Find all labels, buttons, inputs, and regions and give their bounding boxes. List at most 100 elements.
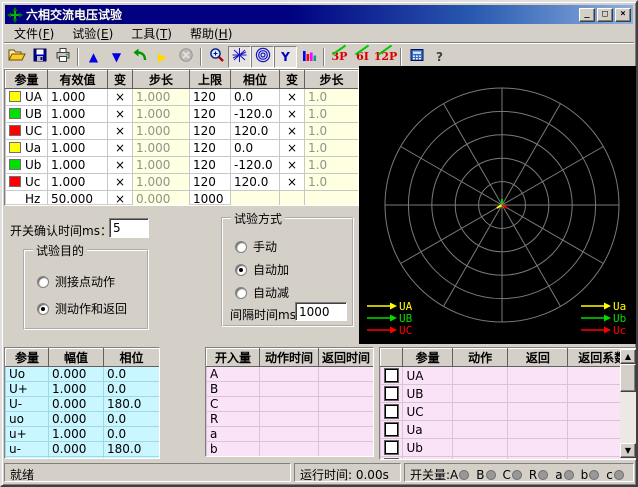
result-cell[interactable]: [508, 457, 568, 461]
param-cell[interactable]: 120: [190, 123, 231, 140]
param-cell[interactable]: 1.0: [305, 106, 359, 123]
param-cell[interactable]: ×: [280, 140, 305, 157]
calculator-button[interactable]: [405, 46, 428, 68]
seq-cell[interactable]: 0.0: [104, 412, 160, 427]
param-cell[interactable]: ×: [280, 106, 305, 123]
param-cell[interactable]: ×: [108, 191, 133, 207]
radio-button[interactable]: [235, 287, 247, 299]
input-cell[interactable]: a: [207, 427, 260, 442]
mode-6i-button[interactable]: 6I: [351, 46, 374, 68]
result-check-cell[interactable]: [381, 367, 403, 385]
result-cell[interactable]: [452, 403, 508, 421]
input-cell[interactable]: [319, 367, 374, 382]
confirm-time-input[interactable]: [109, 218, 149, 238]
param-name-cell[interactable]: Hz: [6, 191, 48, 207]
input-cell[interactable]: b: [207, 442, 260, 457]
zoom-button[interactable]: [205, 46, 228, 68]
param-cell[interactable]: 120.0: [231, 174, 280, 191]
param-cell[interactable]: [280, 191, 305, 207]
param-cell[interactable]: 50.000: [48, 191, 108, 207]
param-cell[interactable]: ×: [280, 174, 305, 191]
param-name-cell[interactable]: Uc: [6, 174, 48, 191]
result-cell[interactable]: UC: [403, 403, 452, 421]
result-checkbox[interactable]: [385, 405, 398, 418]
result-scroll-thumb[interactable]: [620, 364, 636, 392]
seq-cell[interactable]: u+: [6, 427, 49, 442]
result-cell[interactable]: [508, 385, 568, 403]
param-cell[interactable]: 120.0: [231, 123, 280, 140]
param-cell[interactable]: 1.000: [48, 89, 108, 106]
param-cell[interactable]: 1.0: [305, 157, 359, 174]
input-cell[interactable]: [319, 442, 374, 457]
param-cell[interactable]: ×: [108, 157, 133, 174]
save-button[interactable]: [28, 46, 51, 68]
menu-item[interactable]: 帮助(H): [181, 24, 241, 43]
result-cell[interactable]: Ua: [403, 421, 452, 439]
result-cell[interactable]: [508, 367, 568, 385]
mode-3p-button[interactable]: 3P: [328, 46, 351, 68]
radio-button[interactable]: [235, 241, 247, 253]
result-cell[interactable]: [452, 457, 508, 461]
param-cell[interactable]: ×: [280, 157, 305, 174]
menu-item[interactable]: 试验(E): [63, 24, 122, 43]
y-view-button[interactable]: Y: [274, 46, 297, 68]
radio-option[interactable]: 手动: [235, 238, 277, 255]
result-check-cell[interactable]: [381, 385, 403, 403]
result-cell[interactable]: UB: [403, 385, 452, 403]
param-cell[interactable]: 1.000: [48, 123, 108, 140]
param-cell[interactable]: 1.0: [305, 89, 359, 106]
seq-cell[interactable]: [49, 457, 104, 460]
param-cell[interactable]: 1.000: [133, 89, 190, 106]
param-cell[interactable]: 0.000: [133, 191, 190, 207]
input-cell[interactable]: [319, 397, 374, 412]
result-checkbox[interactable]: [385, 387, 398, 400]
maximize-button[interactable]: □: [597, 8, 613, 22]
input-cell[interactable]: B: [207, 382, 260, 397]
seq-cell[interactable]: 0.000: [49, 397, 104, 412]
param-cell[interactable]: 0.0: [231, 140, 280, 157]
menu-item[interactable]: 文件(F): [5, 24, 63, 43]
input-cell[interactable]: R: [207, 412, 260, 427]
param-cell[interactable]: 0.0: [231, 89, 280, 106]
radio-button[interactable]: [235, 264, 247, 276]
raise-button[interactable]: ▲: [82, 46, 105, 68]
param-cell[interactable]: ×: [280, 89, 305, 106]
param-cell[interactable]: 1000: [190, 191, 231, 207]
param-cell[interactable]: ×: [108, 89, 133, 106]
seq-cell[interactable]: 180.0: [104, 442, 160, 457]
seq-cell[interactable]: U-: [6, 397, 49, 412]
input-cell[interactable]: [260, 412, 319, 427]
result-scrollbar[interactable]: ▲▼: [620, 349, 636, 458]
param-cell[interactable]: 1.000: [133, 174, 190, 191]
result-cell[interactable]: [452, 439, 508, 457]
print-button[interactable]: [51, 46, 74, 68]
param-cell[interactable]: ×: [108, 123, 133, 140]
param-cell[interactable]: 1.000: [133, 123, 190, 140]
seq-cell[interactable]: uo: [6, 412, 49, 427]
param-cell[interactable]: 1.0: [305, 174, 359, 191]
param-cell[interactable]: ×: [108, 106, 133, 123]
close-button[interactable]: ×: [615, 8, 631, 22]
param-cell[interactable]: 120: [190, 106, 231, 123]
help-button[interactable]: ?: [428, 46, 451, 68]
param-cell[interactable]: 1.000: [133, 106, 190, 123]
radio-button[interactable]: [37, 303, 49, 315]
result-scroll-up[interactable]: ▲: [620, 349, 636, 364]
input-cell[interactable]: c: [207, 457, 260, 458]
param-cell[interactable]: 1.000: [48, 106, 108, 123]
input-cell[interactable]: [319, 412, 374, 427]
radio-button[interactable]: [37, 276, 49, 288]
radio-option[interactable]: 自动减: [235, 284, 289, 301]
param-name-cell[interactable]: Ua: [6, 140, 48, 157]
result-check-cell[interactable]: [381, 457, 403, 461]
input-cell[interactable]: [319, 427, 374, 442]
open-button[interactable]: [5, 46, 28, 68]
interval-input[interactable]: [295, 302, 347, 321]
result-checkbox[interactable]: [385, 459, 398, 460]
result-cell[interactable]: [452, 367, 508, 385]
input-cell[interactable]: [260, 457, 319, 458]
radio-option[interactable]: 自动加: [235, 261, 289, 278]
param-cell[interactable]: -120.0: [231, 106, 280, 123]
radio-option[interactable]: 测动作和返回: [37, 300, 127, 317]
input-cell[interactable]: [260, 442, 319, 457]
